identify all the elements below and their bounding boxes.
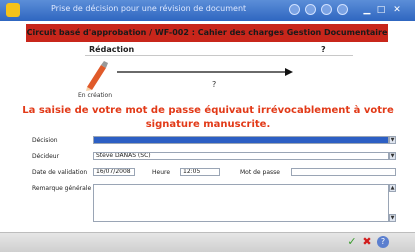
step-status-label: En création: [78, 92, 112, 99]
maximize-button[interactable]: □: [375, 4, 387, 16]
chevron-down-icon[interactable]: ▼: [389, 152, 396, 160]
decideur-label: Décideur: [32, 153, 60, 160]
warning-line-1: La saisie de votre mot de passe équivaut…: [22, 105, 394, 116]
current-step-label: Rédaction: [89, 45, 135, 54]
decideur-select[interactable]: Steve DANAS (SC): [93, 152, 389, 160]
arrow-label: ?: [212, 80, 217, 89]
minimize-button[interactable]: ▁: [361, 4, 373, 16]
heure-field[interactable]: 12:05: [180, 168, 220, 176]
close-button[interactable]: ✕: [391, 4, 403, 16]
toolbar-circle-icon[interactable]: [305, 4, 316, 15]
help-icon[interactable]: ?: [377, 236, 389, 248]
scroll-up-icon[interactable]: ▲: [389, 184, 396, 192]
password-field[interactable]: [291, 168, 396, 176]
toolbar-circle-icon[interactable]: [321, 4, 332, 15]
next-step-label: ?: [321, 45, 326, 54]
scroll-down-icon[interactable]: ▼: [389, 214, 396, 222]
toolbar-circle-icon[interactable]: [337, 4, 348, 15]
remarks-textarea[interactable]: [93, 184, 389, 222]
title-bar[interactable]: Prise de décision pour une révision de d…: [0, 0, 415, 21]
warning-line-2: signature manuscrite.: [145, 119, 271, 130]
chevron-down-icon[interactable]: ▼: [389, 136, 396, 144]
workflow-arrow: [117, 68, 293, 76]
pen-icon: [86, 61, 108, 91]
step-divider: [85, 55, 353, 56]
heure-label: Heure: [152, 169, 171, 176]
app-icon: [6, 3, 20, 17]
check-icon[interactable]: ✓: [346, 236, 358, 248]
remarks-label: Remarque générale: [32, 185, 92, 192]
toolbar-circle-icon[interactable]: [289, 4, 300, 15]
decision-label: Décision: [32, 137, 58, 144]
window-title: Prise de décision pour une révision de d…: [51, 4, 247, 13]
date-field[interactable]: 16/07/2008: [93, 168, 135, 176]
date-label: Date de validation: [32, 169, 88, 176]
workflow-banner: Circuit basé d'approbation / WF-002 : Ca…: [26, 24, 388, 42]
signature-warning: La saisie de votre mot de passe équivaut…: [18, 104, 398, 132]
stop-icon[interactable]: ✖: [361, 236, 373, 248]
dialog-window: Prise de décision pour une révision de d…: [0, 0, 415, 252]
password-label: Mot de passe: [240, 169, 280, 176]
decision-select[interactable]: [93, 136, 389, 144]
